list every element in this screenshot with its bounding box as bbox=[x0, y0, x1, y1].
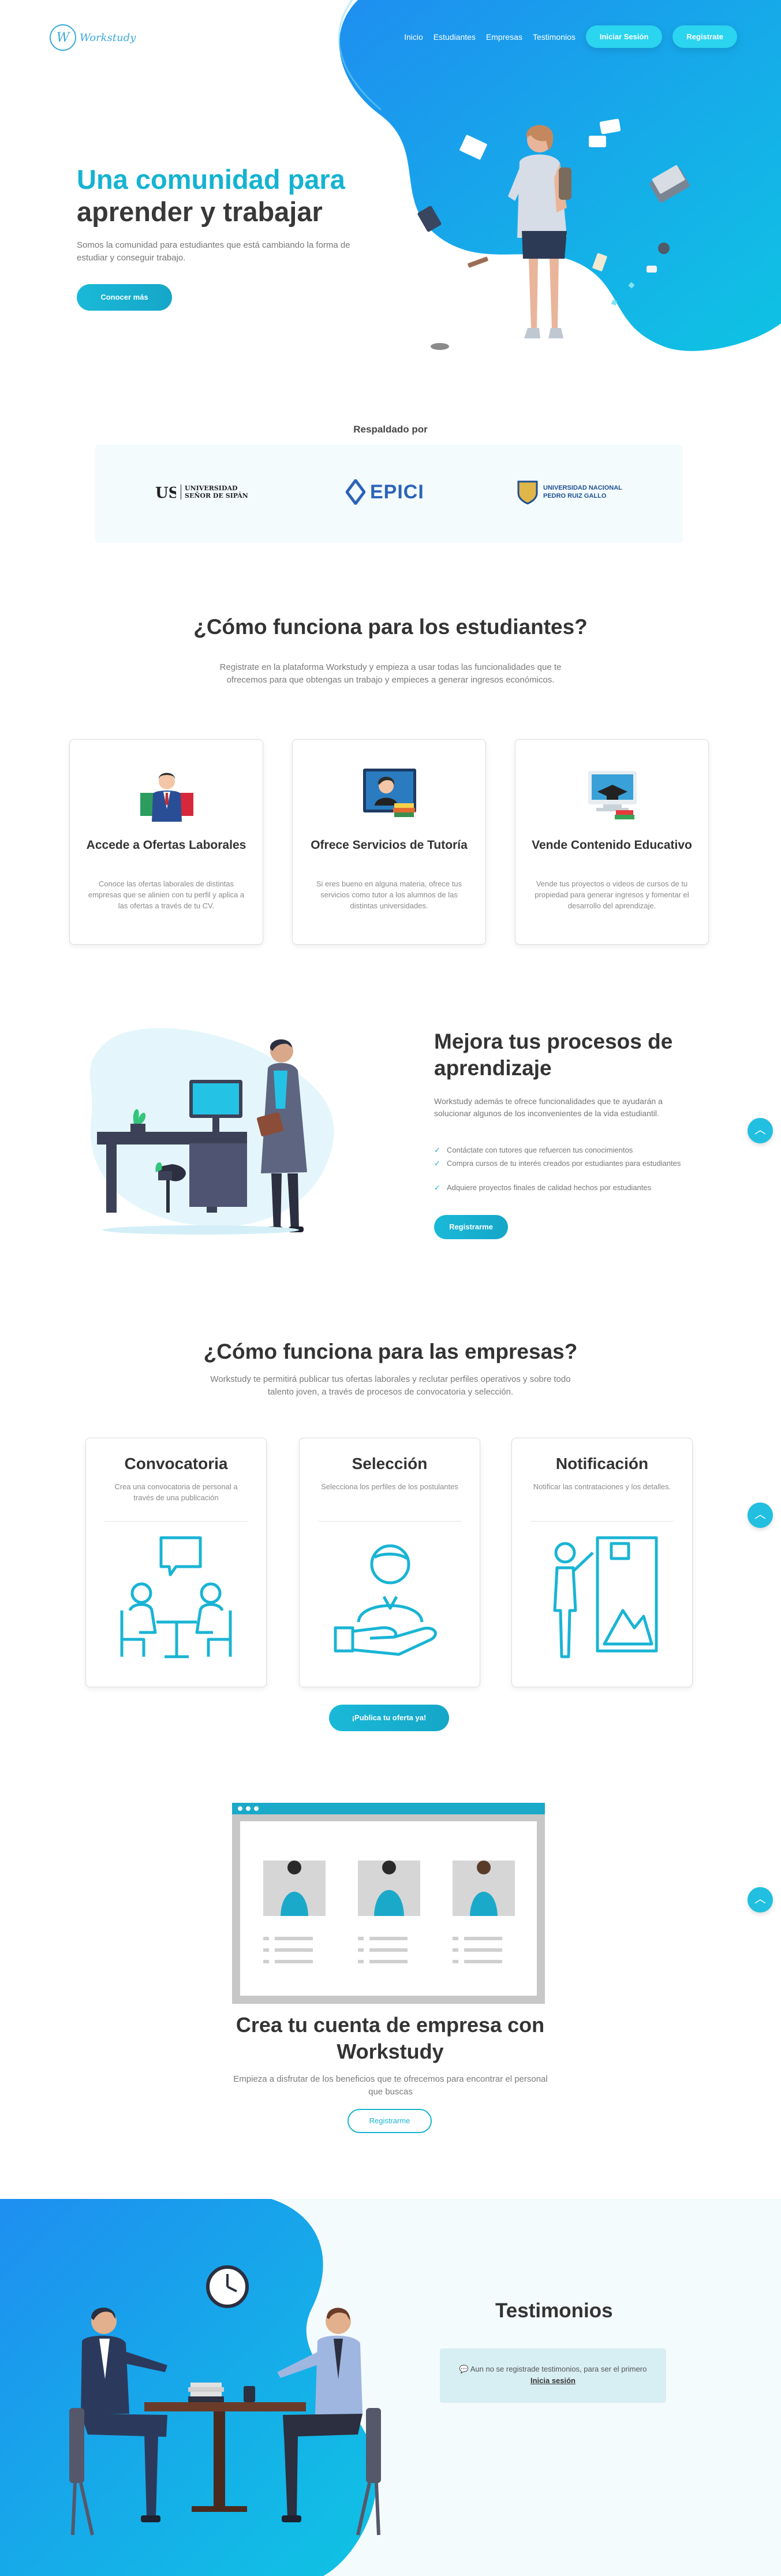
candidate-in-hand-icon bbox=[334, 1544, 437, 1656]
testimonials-notice: 💬 Aun no se registrade testimonios, para… bbox=[440, 2348, 666, 2403]
company-card-selection-text: Selecciona los perfiles de los postulant… bbox=[321, 1482, 458, 1491]
improve-text: Workstudy además te ofrece funcionalidad… bbox=[434, 1097, 663, 1118]
student-card-content-title: Vende Contenido Educativo bbox=[532, 838, 692, 852]
student-card-content[interactable]: Vende Contenido Educativo Vende tus proy… bbox=[515, 739, 709, 945]
divider bbox=[104, 1521, 248, 1522]
meeting-icon bbox=[120, 1536, 232, 1658]
epici-logo-icon bbox=[346, 479, 365, 505]
student-card-tutoring-text: Si eres bueno en alguna materia, ofrece … bbox=[316, 879, 462, 910]
company-register-button[interactable]: Registrarme bbox=[347, 2109, 432, 2133]
brand-name: Workstudy bbox=[80, 31, 136, 44]
student-card-tutoring[interactable]: Ofrece Servicios de Tutoría Si eres buen… bbox=[292, 739, 486, 945]
create-account-title: Crea tu cuenta de empresa con Workstudy bbox=[236, 2013, 545, 2063]
login-link[interactable]: Inicia sesión bbox=[530, 2376, 576, 2385]
chevron-up-icon: ︿ bbox=[754, 1508, 766, 1521]
divider bbox=[318, 1521, 461, 1522]
improve-register-button[interactable]: Registrarme bbox=[434, 1215, 508, 1239]
logo-icon: W bbox=[50, 24, 76, 51]
companies-title: ¿Cómo funciona para las empresas? bbox=[203, 1340, 578, 1363]
company-card-selection[interactable]: Selección Selecciona los perfiles de los… bbox=[299, 1438, 480, 1687]
partner-uss: US UNIVERSIDAD SEÑOR DE SIPÁN bbox=[155, 475, 250, 509]
scroll-top-button-3[interactable]: ︿ bbox=[748, 1887, 773, 1913]
improve-check-3-text: Adquiere proyectos finales de calidad he… bbox=[447, 1183, 652, 1192]
chevron-up-icon: ︿ bbox=[754, 1893, 766, 1906]
improve-check-2: Compra cursos de tu interés creados por … bbox=[434, 1158, 688, 1169]
publish-offer-button[interactable]: ¡Publica tu oferta ya! bbox=[329, 1705, 449, 1731]
nav-testimonios[interactable]: Testimonios bbox=[533, 32, 576, 42]
partner-epici-name: EPICI bbox=[370, 480, 424, 503]
partner-uss-name: UNIVERSIDAD SEÑOR DE SIPÁN bbox=[181, 484, 250, 499]
hero-title-line1: Una comunidad para bbox=[77, 164, 345, 195]
student-card-jobs-title: Accede a Ofertas Laborales bbox=[86, 838, 246, 852]
divider bbox=[530, 1521, 674, 1522]
improve-check-1-text: Contáctate con tutores que refuercen tus… bbox=[447, 1146, 633, 1154]
login-button[interactable]: Iniciar Sesión bbox=[585, 25, 663, 48]
company-card-notification-text: Notificar las contrataciones y los detal… bbox=[533, 1482, 671, 1491]
testimonials-title: Testimonios bbox=[495, 2299, 613, 2322]
educational-content-icon bbox=[588, 771, 637, 819]
student-card-tutoring-title: Ofrece Servicios de Tutoría bbox=[311, 838, 468, 852]
hero-illustration bbox=[417, 118, 690, 350]
scroll-top-button-2[interactable]: ︿ bbox=[748, 1503, 773, 1528]
nav-inicio[interactable]: Inicio bbox=[404, 32, 423, 42]
partner-epici: EPICI bbox=[346, 475, 424, 509]
svg-text:US: US bbox=[155, 484, 176, 502]
company-profiles-illustration bbox=[232, 1803, 545, 2004]
improve-check-3: Adquiere proyectos finales de calidad he… bbox=[434, 1183, 688, 1193]
learning-illustration bbox=[89, 1028, 334, 1235]
improve-check-1: Contáctate con tutores que refuercen tus… bbox=[434, 1145, 688, 1155]
unprg-crest-icon bbox=[517, 480, 538, 505]
main-nav: Inicio Estudiantes Empresas Testimonios … bbox=[404, 25, 737, 48]
company-card-selection-title: Selección bbox=[352, 1455, 428, 1472]
nav-empresas[interactable]: Empresas bbox=[486, 32, 522, 42]
partners-box: US UNIVERSIDAD SEÑOR DE SIPÁN EPICI UNIV… bbox=[95, 445, 683, 543]
register-button[interactable]: Registrate bbox=[672, 25, 737, 48]
student-card-jobs-text: Conoce las ofertas laborales de distinta… bbox=[88, 879, 245, 910]
tutoring-icon bbox=[363, 769, 416, 817]
company-card-notification-title: Notificación bbox=[555, 1455, 649, 1472]
hero-subtitle: Somos la comunidad para estudiantes que … bbox=[77, 240, 350, 263]
presentation-icon bbox=[553, 1536, 658, 1658]
company-card-call[interactable]: Convocatoria Crea una convocatoria de pe… bbox=[85, 1438, 267, 1687]
hero-title: Una comunidad para aprender y trabajar bbox=[77, 163, 377, 228]
partner-unprg-name: UNIVERSIDAD NACIONAL PEDRO RUIZ GALLO bbox=[543, 484, 622, 499]
student-card-content-text: Vende tus proyectos o videos de cursos d… bbox=[535, 879, 689, 910]
company-card-call-text: Crea una convocatoria de personal a trav… bbox=[114, 1482, 238, 1502]
learn-more-button[interactable]: Conocer más bbox=[77, 284, 172, 311]
brand-logo[interactable]: W Workstudy bbox=[50, 24, 136, 51]
students-subtitle: Registrate en la plataforma Workstudy y … bbox=[219, 662, 562, 685]
students-title: ¿Cómo funciona para los estudiantes? bbox=[193, 615, 588, 639]
company-card-call-title: Convocatoria bbox=[124, 1455, 228, 1472]
partner-unprg: UNIVERSIDAD NACIONAL PEDRO RUIZ GALLO bbox=[517, 475, 636, 509]
company-card-notification[interactable]: Notificación Notificar las contratacione… bbox=[511, 1438, 693, 1687]
backed-title: Respaldado por bbox=[353, 424, 428, 435]
student-card-jobs[interactable]: Accede a Ofertas Laborales Conoce las of… bbox=[69, 739, 263, 945]
comment-icon: 💬 bbox=[459, 2365, 469, 2373]
meeting-illustration bbox=[69, 2265, 381, 2536]
hero-title-line2: aprender y trabajar bbox=[77, 196, 323, 227]
testimonials-notice-text: Aun no se registrade testimonios, para s… bbox=[470, 2365, 647, 2373]
scroll-top-button-1[interactable]: ︿ bbox=[748, 1118, 773, 1143]
create-account-text: Empieza a disfrutar de los beneficios qu… bbox=[233, 2074, 548, 2097]
chevron-up-icon: ︿ bbox=[754, 1124, 766, 1136]
companies-subtitle: Workstudy te permitirá publicar tus ofer… bbox=[210, 1374, 571, 1397]
nav-estudiantes[interactable]: Estudiantes bbox=[434, 32, 476, 42]
uss-logo-icon: US bbox=[155, 484, 176, 502]
improve-check-2-text: Compra cursos de tu interés creados por … bbox=[447, 1159, 681, 1168]
job-offers-icon bbox=[140, 773, 193, 822]
improve-title: Mejora tus procesos de aprendizaje bbox=[434, 1030, 673, 1080]
